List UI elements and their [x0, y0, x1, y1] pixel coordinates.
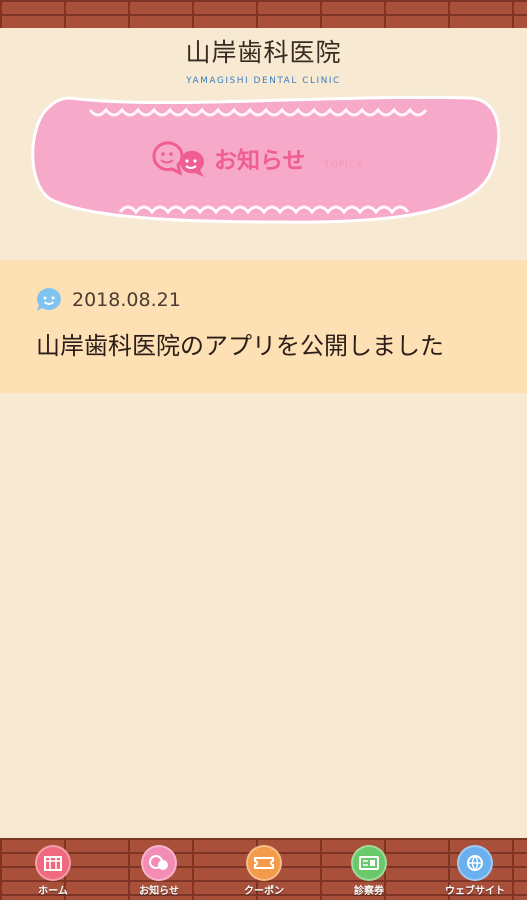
smile-bubble-icon	[37, 288, 61, 311]
card-icon	[351, 845, 387, 881]
home-icon	[35, 845, 71, 881]
tab-card-label: 診察券	[354, 886, 384, 897]
news-date: 2018.08.21	[72, 289, 181, 311]
bottom-tab-bar: ホーム お知らせ クーポン 診察券 ウェブサイト	[0, 838, 527, 900]
tab-coupon-label: クーポン	[244, 886, 284, 897]
chat-bubbles-icon	[141, 845, 177, 881]
tab-coupon[interactable]: クーポン	[214, 845, 314, 897]
logo-english: YAMAGISHI DENTAL CLINIC	[186, 76, 341, 86]
globe-icon	[457, 845, 493, 881]
tab-news[interactable]: お知らせ	[109, 845, 209, 897]
tab-news-label: お知らせ	[139, 886, 179, 897]
tab-card[interactable]: 診察券	[319, 845, 419, 897]
tab-home[interactable]: ホーム	[3, 845, 103, 897]
brick-header-strip	[0, 0, 527, 28]
chat-bubbles-icon	[152, 141, 204, 177]
logo-japanese: 山岸歯科医院	[185, 38, 342, 67]
news-list-item[interactable]: 2018.08.21 山岸歯科医院のアプリを公開しました	[0, 260, 527, 393]
banner-subtitle: TOPICS	[324, 160, 363, 170]
tab-home-label: ホーム	[38, 886, 68, 897]
banner-title: お知らせ	[214, 148, 306, 174]
coupon-icon	[246, 845, 282, 881]
clinic-logo: 山岸歯科医院 YAMAGISHI DENTAL CLINIC	[0, 38, 527, 87]
news-title: 山岸歯科医院のアプリを公開しました	[36, 332, 444, 360]
tab-website[interactable]: ウェブサイト	[425, 845, 525, 897]
tab-website-label: ウェブサイト	[445, 886, 505, 897]
